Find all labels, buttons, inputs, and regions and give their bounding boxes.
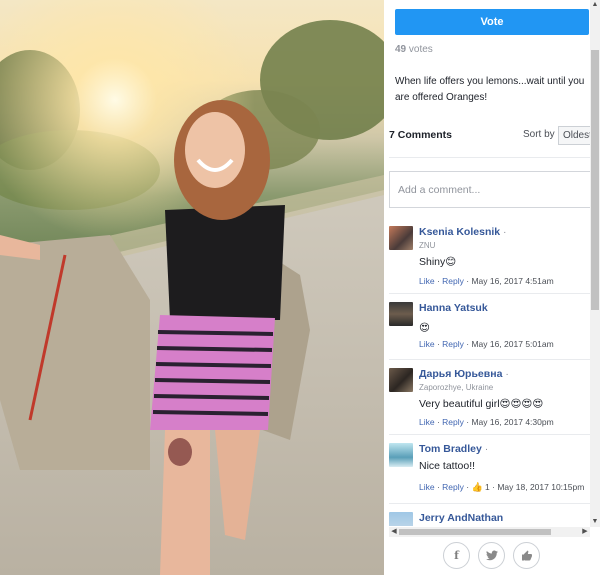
facebook-icon: f [454,549,459,562]
comment-text: 😍 [419,322,430,334]
avatar[interactable] [389,512,413,526]
vote-count: 49 votes [395,44,433,55]
comment-timestamp[interactable]: May 16, 2017 4:51am [471,276,553,286]
comment-actions: Like · Reply · May 16, 2017 4:30pm [419,417,554,427]
comment-text: Nice tattoo!! [419,460,476,472]
scroll-down-icon[interactable]: ▼ [590,517,600,527]
avatar[interactable] [389,443,413,467]
thumbs-up-icon [521,550,532,560]
comment-input[interactable]: Add a comment... [389,171,600,208]
comment-item: Tom Bradley · Nice tattoo!! Like · Reply… [389,440,590,500]
post-caption: When life offers you lemons...wait until… [395,76,585,103]
comment-item: Jerry AndNathan [389,509,590,526]
comment-author-meta: ZNU [419,241,436,250]
vote-count-number: 49 [395,44,407,55]
like-share-button[interactable] [513,542,540,569]
separator-dot: · [500,226,507,238]
comment-author[interactable]: Jerry AndNathan [419,512,503,524]
reply-link[interactable]: Reply [442,339,464,349]
comment-text: Shiny😊 [419,256,457,268]
scroll-up-icon[interactable]: ▲ [590,0,600,10]
reply-link[interactable]: Reply [442,276,464,286]
like-link[interactable]: Like [419,276,435,286]
facebook-share-button[interactable]: f [443,542,470,569]
comment-author[interactable]: Дарья Юрьевна [419,368,502,380]
comment-actions: Like · Reply · May 16, 2017 5:01am [419,339,554,349]
avatar[interactable] [389,226,413,250]
divider [389,359,590,360]
comment-actions: Like · Reply · 👍 1 · May 18, 2017 10:15p… [419,482,585,492]
comment-item: Hanna Yatsuk 😍 Like · Reply · May 16, 20… [389,299,590,355]
reply-link[interactable]: Reply [442,482,464,492]
comments-count: 7 Comments [389,129,453,141]
divider [389,434,590,435]
scrollbar-thumb[interactable] [399,529,551,535]
post-sidebar: Vote 49 votes When life offers you lemon… [384,0,600,575]
comment-item: Ksenia Kolesnik · ZNU Shiny😊 Like · Repl… [389,223,590,289]
comment-timestamp[interactable]: May 16, 2017 4:30pm [471,417,553,427]
comment-list-hscrollbar[interactable]: ◀ ▶ [389,527,590,537]
comment-text: Very beautiful girl😍😍😍😍 [419,398,544,410]
avatar[interactable] [389,302,413,326]
vote-button[interactable]: Vote [395,9,589,35]
sort-by-label: Sort by [523,129,555,140]
comment-author[interactable]: Ksenia Kolesnik [419,226,500,238]
comment-item: Дарья Юрьевна · Zaporozhye, Ukraine Very… [389,365,590,431]
comment-actions: Like · Reply · May 16, 2017 4:51am [419,276,554,286]
twitter-icon [485,550,498,561]
scroll-left-icon[interactable]: ◀ [389,527,399,537]
comment-author[interactable]: Hanna Yatsuk [419,302,488,314]
comment-author[interactable]: Tom Bradley [419,443,482,455]
comment-author-meta: Zaporozhye, Ukraine [419,383,494,392]
thumbs-up-icon: 👍 [471,482,483,492]
reply-link[interactable]: Reply [442,417,464,427]
twitter-share-button[interactable] [478,542,505,569]
like-link[interactable]: Like [419,339,435,349]
comment-list: Ksenia Kolesnik · ZNU Shiny😊 Like · Repl… [384,219,590,526]
scrollbar-thumb[interactable] [591,50,599,310]
scroll-right-icon[interactable]: ▶ [580,527,590,537]
like-link[interactable]: Like [419,482,435,492]
comment-timestamp[interactable]: May 16, 2017 5:01am [471,339,553,349]
divider [389,503,590,504]
divider [389,293,590,294]
post-photo [0,0,384,575]
vote-count-label: votes [408,44,433,55]
avatar[interactable] [389,368,413,392]
divider [389,157,600,158]
like-link[interactable]: Like [419,417,435,427]
like-count[interactable]: 1 [485,482,490,492]
comment-timestamp[interactable]: May 18, 2017 10:15pm [497,482,584,492]
comment-list-scrollbar[interactable]: ▲ ▼ [590,0,600,527]
separator-dot: · [502,368,509,380]
separator-dot: · [481,443,489,455]
